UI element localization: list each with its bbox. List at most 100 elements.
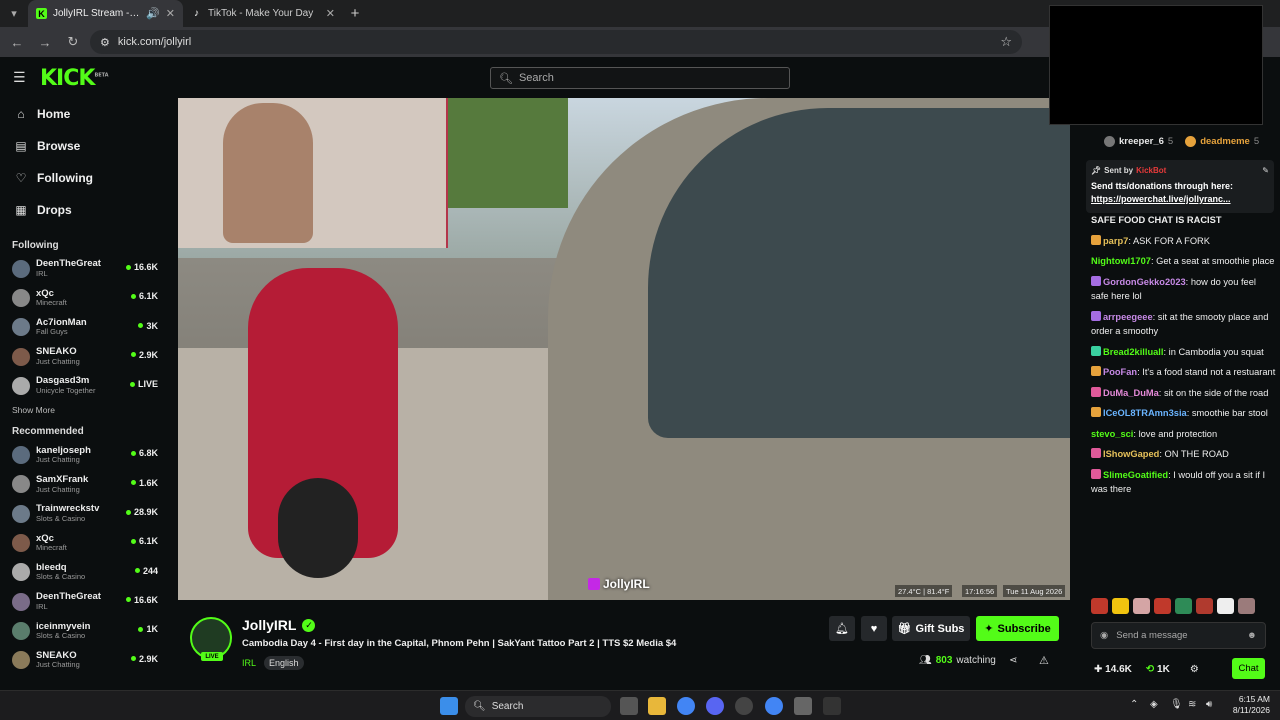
microphone-icon[interactable]: 🎙︎ bbox=[1170, 699, 1183, 710]
task-view-icon[interactable] bbox=[620, 697, 638, 715]
bookmark-star-icon[interactable]: ☆ bbox=[1000, 34, 1012, 50]
chrome-icon[interactable] bbox=[677, 697, 695, 715]
home-icon: ⌂ bbox=[17, 107, 25, 121]
tray-app-icon[interactable]: ◈ bbox=[1150, 699, 1158, 710]
chat-username[interactable]: arrpeegeee bbox=[1103, 312, 1153, 322]
back-icon[interactable]: ← bbox=[6, 31, 28, 53]
tray-chevron-icon[interactable]: ⌃ bbox=[1130, 699, 1138, 710]
audio-icon[interactable]: 🔊 bbox=[146, 7, 160, 20]
follow-button[interactable]: ♥ bbox=[861, 616, 887, 641]
close-icon[interactable]: ✕ bbox=[326, 7, 335, 20]
tab-search-icon[interactable]: ▾ bbox=[0, 0, 28, 27]
sidebar-channel[interactable]: xQc Minecraft 6.1K bbox=[0, 283, 170, 312]
file-explorer-icon[interactable] bbox=[648, 697, 666, 715]
emote-icon[interactable] bbox=[1154, 598, 1171, 614]
live-badge: LIVE bbox=[201, 652, 223, 661]
forward-icon[interactable]: → bbox=[34, 31, 56, 53]
gifter-item[interactable]: kreeper_6 5 bbox=[1104, 135, 1173, 147]
nav-home[interactable]: ⌂ Home bbox=[0, 98, 170, 130]
live-dot-icon bbox=[130, 293, 136, 299]
live-dot-icon bbox=[130, 538, 136, 544]
chat-username[interactable]: ICeOL8TRAmn3sia bbox=[1103, 408, 1187, 418]
sidebar-channel[interactable]: DeenTheGreat IRL 16.6K bbox=[0, 254, 170, 283]
emote-icon[interactable] bbox=[1217, 598, 1234, 614]
emoji-icon[interactable]: ☻ bbox=[1247, 630, 1257, 641]
discord-icon[interactable] bbox=[706, 697, 724, 715]
chrome-icon[interactable] bbox=[765, 697, 783, 715]
search-input[interactable]: 🔍︎ Search bbox=[490, 67, 790, 89]
emote-icon[interactable] bbox=[1091, 598, 1108, 614]
viewer-count: 2.9K bbox=[130, 350, 158, 360]
close-icon[interactable]: ✕ bbox=[166, 7, 175, 20]
chat-settings-icon[interactable]: ◉ bbox=[1100, 630, 1108, 641]
sidebar-channel[interactable]: SamXFrank Just Chatting 1.6K bbox=[0, 470, 170, 499]
unpin-icon[interactable]: ✎ bbox=[1262, 166, 1269, 175]
show-more-link[interactable]: Show More bbox=[0, 400, 170, 420]
nav-following[interactable]: ♡ Following bbox=[0, 162, 170, 194]
language-tag[interactable]: English bbox=[264, 656, 304, 670]
live-dot-icon bbox=[138, 626, 144, 632]
taskbar-clock[interactable]: 6:15 AM 8/11/2026 bbox=[1224, 694, 1270, 716]
sidebar-channel[interactable]: DeenTheGreat IRL 16.6K bbox=[0, 587, 170, 616]
avatar bbox=[12, 376, 30, 395]
app-icon[interactable] bbox=[735, 697, 753, 715]
url-field[interactable]: ⚙ kick.com/jollyirl ☆ bbox=[90, 30, 1022, 54]
sidebar-channel[interactable]: Ac7ionMan Fall Guys 3K bbox=[0, 313, 170, 342]
nav-browse[interactable]: ▤ Browse bbox=[0, 130, 170, 162]
chat-username[interactable]: IShowGaped bbox=[1103, 449, 1159, 459]
pinned-link[interactable]: https://powerchat.live/jollyranc... bbox=[1091, 194, 1231, 204]
chat-send-button[interactable]: Chat bbox=[1232, 658, 1265, 679]
sidebar-channel[interactable]: Dasgasd3m Unicycle Together LIVE bbox=[0, 371, 170, 400]
emote-icon[interactable] bbox=[1112, 598, 1129, 614]
report-icon[interactable]: ⚠ bbox=[1039, 654, 1049, 667]
subscribe-button[interactable]: ✦ Subscribe bbox=[976, 616, 1059, 641]
chat-username[interactable]: GordonGekko2023 bbox=[1103, 277, 1186, 287]
sidebar-channel[interactable]: xQc Minecraft 6.1K bbox=[0, 528, 170, 557]
emote-icon[interactable] bbox=[1238, 598, 1255, 614]
chat-username[interactable]: DuMa_DuMa bbox=[1103, 388, 1159, 398]
sidebar-channel[interactable]: SNEAKO Just Chatting 2.9K bbox=[0, 646, 170, 675]
emote-icon[interactable] bbox=[1196, 598, 1213, 614]
sidebar-channel[interactable]: Trainwreckstv Slots & Casino 28.9K bbox=[0, 499, 170, 528]
notification-bell-button[interactable]: 🔔︎ bbox=[829, 616, 855, 641]
reload-icon[interactable]: ↻ bbox=[62, 31, 84, 53]
taskbar-search[interactable]: 🔍︎ Search bbox=[465, 696, 611, 717]
sidebar-channel[interactable]: bleedq Slots & Casino 244 bbox=[0, 558, 170, 587]
share-icon[interactable]: ⋖ bbox=[1009, 655, 1017, 666]
app-icon[interactable] bbox=[823, 697, 841, 715]
gift-subs-button[interactable]: 🎁︎ Gift Subs bbox=[892, 616, 970, 641]
settings-gear-icon[interactable]: ⚙ bbox=[1190, 664, 1199, 675]
volume-icon[interactable]: 🔊︎ bbox=[1206, 699, 1212, 710]
windows-start-icon[interactable] bbox=[440, 697, 458, 715]
sidebar-channel[interactable]: kaneljoseph Just Chatting 6.8K bbox=[0, 440, 170, 469]
chat-username[interactable]: parp7 bbox=[1103, 236, 1128, 246]
chat-username[interactable]: SlimeGoatified bbox=[1103, 470, 1168, 480]
chat-username[interactable]: Nightowl1707 bbox=[1091, 256, 1151, 266]
category-link[interactable]: IRL bbox=[242, 658, 256, 668]
kick-logo[interactable]: KICKBETA bbox=[40, 66, 109, 91]
emote-icon[interactable] bbox=[1133, 598, 1150, 614]
site-info-icon[interactable]: ⚙ bbox=[100, 36, 110, 49]
chat-username[interactable]: PooFan bbox=[1103, 367, 1137, 377]
sidebar-channel[interactable]: SNEAKO Just Chatting 2.9K bbox=[0, 342, 170, 371]
settings-icon[interactable] bbox=[794, 697, 812, 715]
chat-username[interactable]: Bread2killuall bbox=[1103, 347, 1163, 357]
nav-drops[interactable]: ▦ Drops bbox=[0, 194, 170, 226]
gifter-badge-icon bbox=[1104, 135, 1115, 147]
chat-username[interactable]: stevo_sci bbox=[1091, 429, 1133, 439]
video-player[interactable]: JollyIRL 27.4°C | 81.4°F 17:16:56 Tue 11… bbox=[178, 98, 1070, 600]
wifi-icon[interactable]: ≋ bbox=[1188, 699, 1196, 710]
new-tab-button[interactable]: + bbox=[343, 5, 367, 22]
gifter-item[interactable]: deadmeme 5 bbox=[1185, 135, 1259, 147]
streamer-name[interactable]: JollyIRL ✓ bbox=[242, 617, 316, 633]
chat-panel: kreeper_6 5 deadmeme 5 📌︎ Sent by KickBot ✎ S… bbox=[1080, 125, 1280, 690]
browse-icon: ▤ bbox=[15, 139, 27, 153]
tab-tiktok[interactable]: ♪ TikTok - Make Your Day ✕ bbox=[183, 0, 343, 27]
emote-icon[interactable] bbox=[1175, 598, 1192, 614]
sidebar: ⌂ Home ▤ Browse ♡ Following ▦ Drops Followin… bbox=[0, 98, 170, 690]
tab-jollyirl[interactable]: K JollyIRL Stream - Watch Live 🔊 ✕ bbox=[28, 0, 183, 27]
menu-icon[interactable]: ☰ bbox=[13, 70, 27, 84]
chat-input[interactable]: ◉ Send a message ☻ bbox=[1091, 622, 1266, 649]
sidebar-channel[interactable]: iceinmyvein Slots & Casino 1K bbox=[0, 616, 170, 645]
channel-category: Just Chatting bbox=[36, 484, 80, 494]
